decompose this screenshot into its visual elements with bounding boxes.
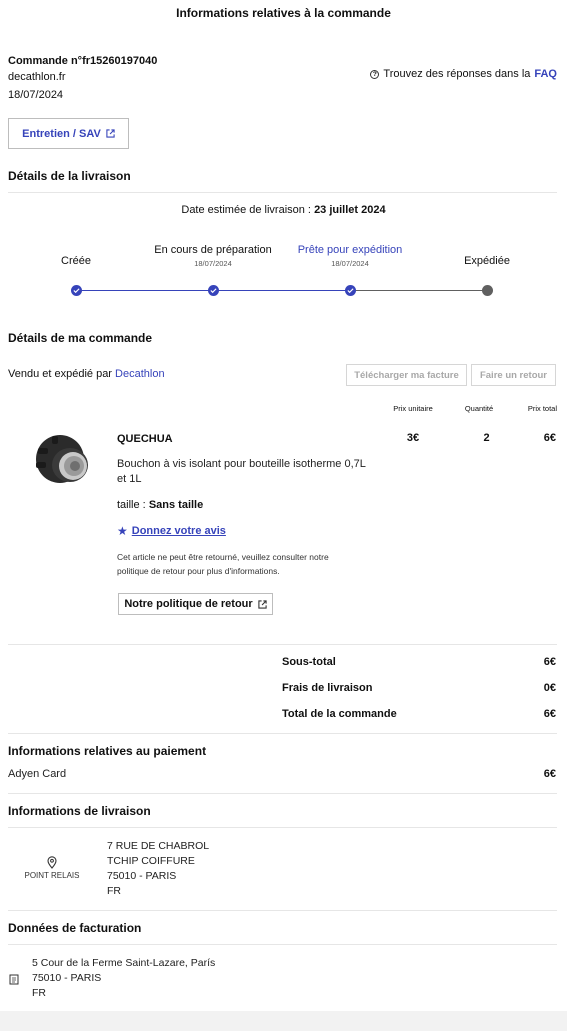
shipping-fee-value: 0€ bbox=[543, 682, 556, 694]
payment-method: Adyen Card bbox=[8, 768, 67, 780]
check-icon bbox=[210, 288, 217, 294]
step-dot-ready bbox=[345, 285, 356, 296]
shipping-address-line: 7 RUE DE CHABROL bbox=[107, 840, 210, 852]
sold-by-prefix: Vendu et expédié par bbox=[8, 368, 112, 380]
estimate-date: 23 juillet 2024 bbox=[314, 204, 386, 216]
order-date: 18/07/2024 bbox=[8, 89, 64, 101]
delivery-heading: Détails de la livraison bbox=[8, 169, 131, 183]
step-date-preparing: 18/07/2024 bbox=[194, 259, 232, 268]
billing-heading: Données de facturation bbox=[8, 921, 142, 935]
divider bbox=[8, 644, 557, 645]
order-total-value: 6€ bbox=[543, 708, 556, 720]
page-footer-bar bbox=[0, 1011, 567, 1031]
divider bbox=[8, 827, 557, 828]
review-link[interactable]: Donnez votre avis bbox=[132, 525, 226, 537]
product-total-price: 6€ bbox=[543, 432, 556, 444]
step-label-preparing: En cours de préparation bbox=[154, 244, 272, 256]
pickup-point: POINT RELAIS bbox=[14, 856, 90, 880]
step-dot-preparing bbox=[208, 285, 219, 296]
shipping-fee-label: Frais de livraison bbox=[282, 682, 373, 694]
billing-address-line: FR bbox=[32, 987, 46, 999]
shipping-address: 7 RUE DE CHABROL TCHIP COIFFURE 75010 - … bbox=[107, 839, 209, 899]
step-label-shipped: Expédiée bbox=[464, 255, 510, 267]
star-icon: ★ bbox=[117, 523, 128, 538]
step-dot-created bbox=[71, 285, 82, 296]
order-details-heading: Détails de ma commande bbox=[8, 331, 153, 345]
product-unit-price: 3€ bbox=[406, 432, 420, 444]
size-value: Sans taille bbox=[148, 499, 204, 511]
seller-link[interactable]: Decathlon bbox=[115, 368, 165, 380]
step-dot-shipped bbox=[482, 285, 493, 296]
return-policy-label: Notre politique de retour bbox=[124, 598, 253, 610]
shipping-info-heading: Informations de livraison bbox=[8, 804, 151, 818]
divider bbox=[8, 733, 557, 734]
pickup-type-label: POINT RELAIS bbox=[24, 871, 80, 880]
billing-address: 5 Cour de la Ferme Saint-Lazare, París 7… bbox=[32, 956, 215, 1001]
col-unit-price: Prix unitaire bbox=[393, 404, 433, 413]
product-brand: QUECHUA bbox=[117, 433, 173, 445]
divider bbox=[8, 944, 557, 945]
col-total-price: Prix total bbox=[527, 404, 557, 413]
size-label: taille : bbox=[117, 499, 146, 511]
document-icon bbox=[9, 974, 19, 985]
product-description: Bouchon à vis isolant pour bouteille iso… bbox=[117, 458, 366, 485]
step-label-ready: Prête pour expédition bbox=[297, 244, 403, 256]
service-button[interactable]: Entretien / SAV bbox=[8, 118, 129, 149]
location-pin-icon bbox=[47, 856, 57, 869]
col-quantity: Quantité bbox=[464, 404, 494, 413]
service-button-label: Entretien / SAV bbox=[22, 127, 101, 140]
payment-amount: 6€ bbox=[543, 768, 556, 780]
subtotal-label: Sous-total bbox=[282, 656, 336, 668]
download-invoice-button[interactable]: Télécharger ma facture bbox=[346, 364, 467, 386]
check-icon bbox=[73, 288, 80, 294]
step-date-ready: 18/07/2024 bbox=[331, 259, 369, 268]
return-notice: Cet article ne peut être retourné, veuil… bbox=[117, 552, 329, 576]
divider bbox=[8, 793, 557, 794]
estimate-prefix: Date estimée de livraison : bbox=[181, 204, 311, 216]
external-link-icon bbox=[258, 599, 267, 609]
external-link-icon bbox=[106, 129, 115, 138]
return-policy-button[interactable]: Notre politique de retour bbox=[118, 593, 273, 615]
page-title: Informations relatives à la commande bbox=[176, 6, 391, 20]
review-link-row[interactable]: ★ Donnez votre avis bbox=[117, 523, 226, 538]
billing-address-line: 75010 - PARIS bbox=[32, 972, 102, 984]
product-quantity: 2 bbox=[483, 432, 490, 444]
billing-address-line: 5 Cour de la Ferme Saint-Lazare, París bbox=[32, 957, 216, 969]
return-button[interactable]: Faire un retour bbox=[471, 364, 556, 386]
subtotal-value: 6€ bbox=[543, 656, 556, 668]
delivery-estimate: Date estimée de livraison : 23 juillet 2… bbox=[0, 204, 567, 216]
sold-by: Vendu et expédié par Decathlon bbox=[8, 368, 165, 380]
step-label-created: Créée bbox=[61, 255, 91, 267]
divider bbox=[8, 192, 557, 193]
shipping-address-line: 75010 - PARIS bbox=[107, 870, 177, 882]
shipping-address-line: FR bbox=[107, 885, 121, 897]
order-total-label: Total de la commande bbox=[282, 708, 397, 720]
faq-help: ? Trouvez des réponses dans la FAQ bbox=[370, 68, 557, 80]
check-icon bbox=[347, 288, 354, 294]
product-size: taille : Sans taille bbox=[117, 499, 203, 511]
faq-link[interactable]: FAQ bbox=[534, 68, 557, 80]
order-site: decathlon.fr bbox=[8, 71, 66, 83]
product-image[interactable] bbox=[30, 428, 96, 488]
divider bbox=[8, 910, 557, 911]
shipping-address-line: TCHIP COIFFURE bbox=[107, 855, 195, 867]
payment-heading: Informations relatives au paiement bbox=[8, 744, 207, 758]
order-number: Commande n°fr15260197040 bbox=[8, 55, 158, 67]
help-circle-icon: ? bbox=[370, 69, 380, 79]
faq-prefix: Trouvez des réponses dans la bbox=[383, 68, 531, 80]
